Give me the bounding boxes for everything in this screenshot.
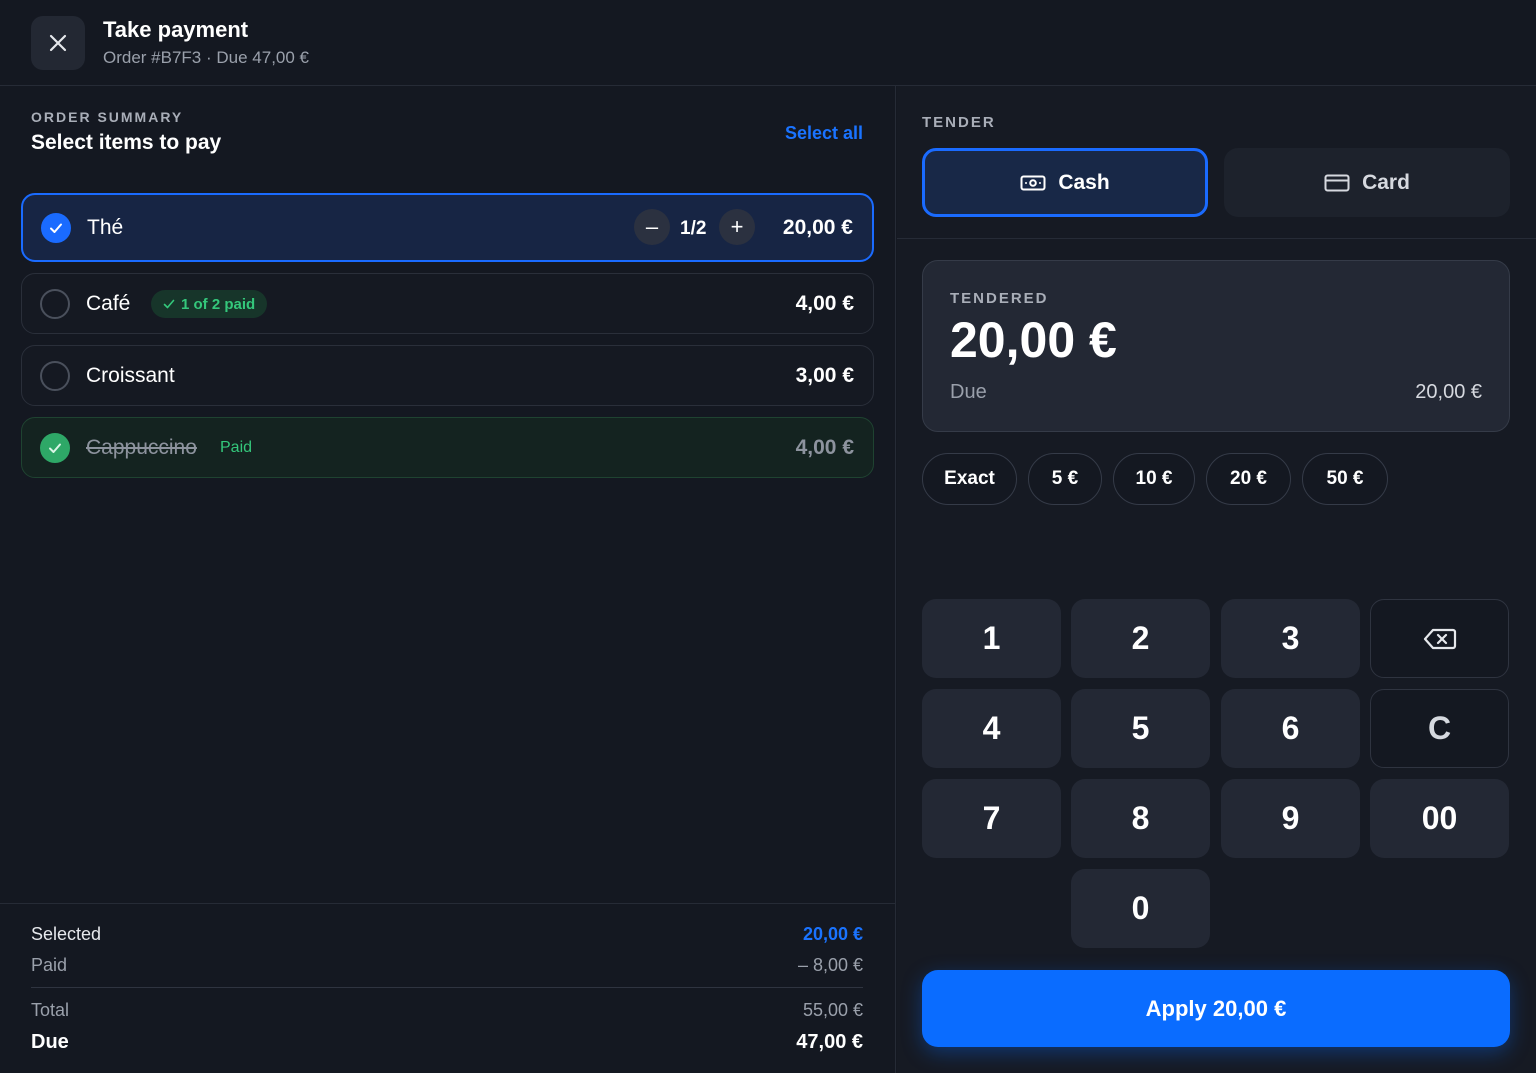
tender-panel: TENDER Cash Card TENDERED 20,00 € Due 20… — [897, 86, 1536, 1073]
selected-label: Selected — [31, 924, 102, 944]
tendered-due-label: Due — [950, 381, 987, 403]
backspace-key[interactable] — [1370, 599, 1509, 678]
checkmark-icon — [163, 299, 175, 309]
keypad-00[interactable]: 00 — [1370, 779, 1509, 858]
item-price: 4,00 € — [795, 292, 854, 315]
select-all-link[interactable]: Select all — [785, 123, 863, 144]
tendered-amount: 20,00 € — [950, 312, 1117, 368]
order-item-cappuccino: Cappuccino Paid 4,00 € — [21, 417, 874, 478]
keypad-3[interactable]: 3 — [1221, 599, 1360, 678]
quick-amount-5[interactable]: 5 € — [1028, 453, 1102, 505]
item-name: Croissant — [86, 364, 175, 387]
close-button[interactable] — [31, 16, 85, 70]
due-label: Due — [31, 1031, 69, 1053]
apply-payment-button[interactable]: Apply 20,00 € — [922, 970, 1510, 1047]
keypad-8[interactable]: 8 — [1071, 779, 1210, 858]
card-tender-button[interactable]: Card — [1224, 148, 1510, 217]
keypad-6[interactable]: 6 — [1221, 689, 1360, 768]
selected-value: 20,00 € — [802, 924, 863, 944]
tendered-label: TENDERED — [950, 290, 1049, 307]
item-price: 20,00 € — [782, 216, 853, 239]
due-value: 47,00 € — [796, 1031, 863, 1053]
checkmark-icon — [49, 443, 61, 453]
order-item-the[interactable]: Thé – 1/2 + 20,00 € — [21, 193, 874, 262]
quick-amount-20[interactable]: 20 € — [1206, 453, 1291, 505]
order-item-croissant[interactable]: Croissant 3,00 € — [21, 345, 874, 406]
total-value: 55,00 € — [802, 1000, 863, 1020]
order-item-cafe[interactable]: Café 1 of 2 paid 4,00 € — [21, 273, 874, 334]
summary-total-row: Total 55,00 € — [31, 1000, 863, 1021]
quick-amount-exact[interactable]: Exact — [922, 453, 1017, 505]
tender-divider — [897, 238, 1536, 239]
clear-key[interactable]: C — [1370, 689, 1509, 768]
header: Take payment Order #B7F3 · Due 47,00 € — [0, 0, 1536, 86]
summary-due-row: Due 47,00 € — [31, 1031, 863, 1054]
card-label: Card — [1362, 170, 1410, 194]
keypad-4[interactable]: 4 — [922, 689, 1061, 768]
tender-eyebrow: TENDER — [922, 114, 996, 131]
quick-amount-50[interactable]: 50 € — [1302, 453, 1388, 505]
tendered-due-value: 20,00 € — [1415, 381, 1482, 403]
keypad-1[interactable]: 1 — [922, 599, 1061, 678]
item-name: Thé — [87, 216, 124, 239]
keypad-2[interactable]: 2 — [1071, 599, 1210, 678]
partial-paid-badge: 1 of 2 paid — [151, 290, 268, 318]
credit-card-icon — [1324, 174, 1350, 191]
keypad-9[interactable]: 9 — [1221, 779, 1360, 858]
paid-label: Paid — [31, 955, 68, 975]
decrease-quantity-button[interactable]: – — [634, 209, 670, 245]
payment-summary: Selected 20,00 € Paid – 8,00 € Total 55,… — [0, 903, 895, 1073]
badge-label: 1 of 2 paid — [181, 295, 256, 313]
order-summary-title: Select items to pay — [31, 131, 222, 154]
cash-tender-button[interactable]: Cash — [922, 148, 1208, 217]
checkmark-icon — [50, 223, 62, 233]
page-title: Take payment — [103, 17, 249, 42]
keypad-7[interactable]: 7 — [922, 779, 1061, 858]
item-price: 4,00 € — [795, 436, 854, 459]
order-summary-eyebrow: ORDER SUMMARY — [31, 109, 184, 125]
summary-paid-row: Paid – 8,00 € — [31, 955, 863, 976]
increase-quantity-button[interactable]: + — [719, 209, 755, 245]
paid-tag: Paid — [220, 439, 253, 456]
keypad-5[interactable]: 5 — [1071, 689, 1210, 768]
quantity-value: 1/2 — [680, 218, 707, 239]
item-paid-checkbox — [40, 433, 70, 463]
summary-selected-row: Selected 20,00 € — [31, 924, 863, 945]
item-checkbox[interactable] — [41, 213, 71, 243]
item-name: Café — [86, 292, 131, 315]
item-price: 3,00 € — [795, 364, 854, 387]
backspace-icon — [1423, 628, 1456, 649]
cash-label: Cash — [1058, 170, 1110, 194]
cash-icon — [1020, 175, 1046, 190]
item-checkbox[interactable] — [40, 361, 70, 391]
summary-divider — [31, 987, 863, 988]
order-summary-panel: ORDER SUMMARY Select items to pay Select… — [0, 86, 896, 1073]
payment-screen: Take payment Order #B7F3 · Due 47,00 € O… — [0, 0, 1536, 1073]
order-subtitle: Order #B7F3 · Due 47,00 € — [103, 48, 310, 67]
total-label: Total — [31, 1000, 70, 1020]
item-name: Cappuccino — [86, 436, 197, 459]
item-checkbox[interactable] — [40, 289, 70, 319]
tendered-display: TENDERED 20,00 € Due 20,00 € — [922, 260, 1510, 432]
quick-amount-10[interactable]: 10 € — [1113, 453, 1195, 505]
paid-value: – 8,00 € — [797, 955, 863, 975]
keypad-0[interactable]: 0 — [1071, 869, 1210, 948]
close-icon — [49, 34, 67, 52]
